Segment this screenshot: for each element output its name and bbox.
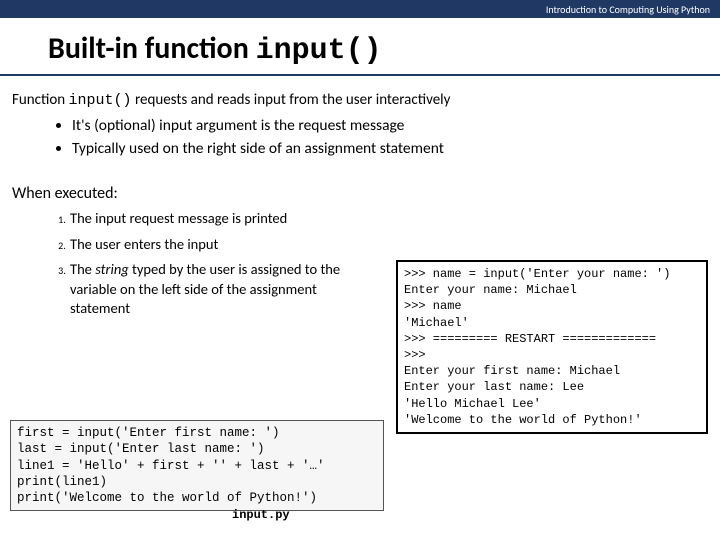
step-3-string: string — [95, 260, 129, 278]
intro-code: input() — [69, 92, 132, 109]
shell-output-box: >>> name = input('Enter your name: ') En… — [396, 260, 708, 434]
intro-post: requests and reads input from the user i… — [132, 91, 451, 109]
step-1: The input request message is printed — [68, 209, 380, 235]
step-3a: The — [70, 260, 95, 278]
step-2: The user enters the input — [68, 235, 380, 261]
title-text: Built-in function — [48, 30, 256, 67]
step-3: The string typed by the user is assigned… — [68, 260, 380, 325]
slide-title: Built-in function input() — [0, 18, 720, 76]
title-code: input() — [256, 34, 382, 68]
execution-steps: The input request message is printed The… — [0, 209, 380, 325]
source-code-box: first = input('Enter first name: ') last… — [10, 420, 384, 511]
source-caption: input.py — [232, 508, 290, 522]
intro-line: Function input() requests and reads inpu… — [0, 90, 720, 111]
bullet-rhs: Typically used on the right side of an a… — [72, 138, 720, 160]
when-executed-label: When executed: — [0, 160, 720, 209]
intro-bullets: It's (optional) input argument is the re… — [0, 111, 720, 160]
intro-pre: Function — [12, 91, 69, 109]
bullet-arg: It's (optional) input argument is the re… — [72, 115, 720, 137]
course-header: Introduction to Computing Using Python — [0, 0, 720, 18]
